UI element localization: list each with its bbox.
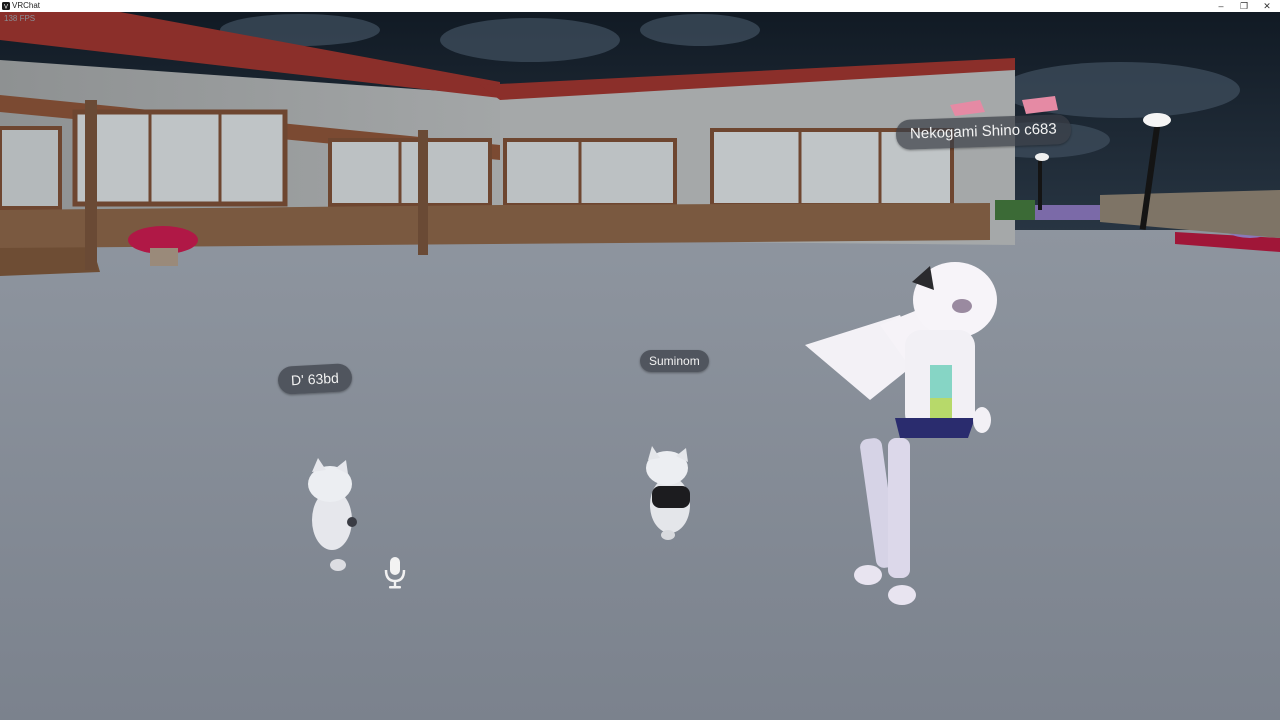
microphone-icon	[384, 557, 406, 589]
nameplate-nekogami[interactable]: Nekogami Shino c683	[895, 113, 1072, 151]
world-viewport[interactable]	[0, 12, 1280, 720]
window-title: VRChat	[12, 1, 41, 10]
vrchat-app-icon: V	[2, 2, 10, 10]
close-button[interactable]: ✕	[1256, 0, 1278, 12]
world-scene	[0, 12, 1280, 720]
courtyard-ground	[0, 230, 1280, 720]
minimize-button[interactable]: –	[1210, 0, 1232, 12]
svg-text:V: V	[4, 4, 8, 10]
maximize-button[interactable]: ❐	[1233, 0, 1255, 12]
nameplate-suminom[interactable]: Suminom	[640, 350, 709, 372]
nameplate-d63bd[interactable]: D' 63bd	[277, 363, 353, 395]
game-window: V VRChat – ❐ ✕ 138 FPS Nekogami Shino c6…	[0, 0, 1280, 720]
title-bar[interactable]: V VRChat – ❐ ✕	[0, 0, 1280, 12]
fps-counter: 138 FPS	[4, 14, 36, 23]
